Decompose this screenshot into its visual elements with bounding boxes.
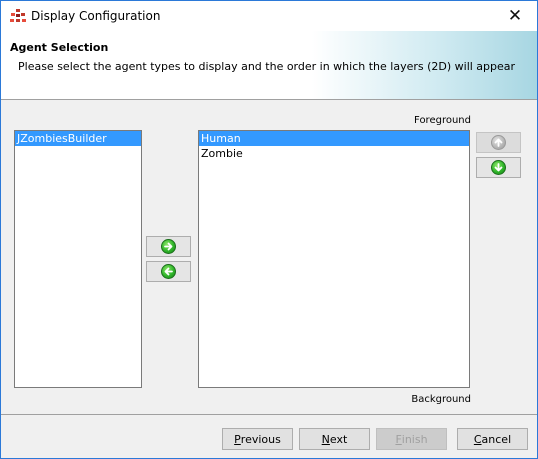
arrow-left-icon <box>161 264 176 279</box>
next-button[interactable]: Next <box>299 428 370 450</box>
repast-app-icon <box>10 9 26 22</box>
add-agent-button[interactable] <box>146 236 191 257</box>
previous-button[interactable]: Previous <box>222 428 293 450</box>
finish-button[interactable]: Finish <box>376 428 447 450</box>
cancel-button[interactable]: Cancel <box>457 428 528 450</box>
footer-divider <box>1 414 537 415</box>
display-configuration-dialog: Display Configuration ✕ Agent Selection … <box>0 0 538 459</box>
list-item[interactable]: JZombiesBuilder <box>15 131 141 146</box>
remove-agent-button[interactable] <box>146 261 191 282</box>
close-icon[interactable]: ✕ <box>493 1 537 31</box>
move-up-button[interactable] <box>476 132 521 153</box>
wizard-header: Agent Selection Please select the agent … <box>1 31 537 100</box>
arrow-up-icon <box>491 135 506 150</box>
title-bar[interactable]: Display Configuration ✕ <box>1 1 537 31</box>
available-agents-list[interactable]: JZombiesBuilder <box>14 130 142 388</box>
step-description: Please select the agent types to display… <box>18 60 516 73</box>
background-label: Background <box>411 394 471 405</box>
move-down-button[interactable] <box>476 157 521 178</box>
window-title: Display Configuration <box>31 9 161 23</box>
selected-agents-list[interactable]: Human Zombie <box>198 130 470 388</box>
arrow-right-icon <box>161 239 176 254</box>
step-title: Agent Selection <box>10 41 109 54</box>
arrow-down-icon <box>491 160 506 175</box>
list-item[interactable]: Zombie <box>199 146 469 161</box>
list-item[interactable]: Human <box>199 131 469 146</box>
foreground-label: Foreground <box>414 115 471 126</box>
